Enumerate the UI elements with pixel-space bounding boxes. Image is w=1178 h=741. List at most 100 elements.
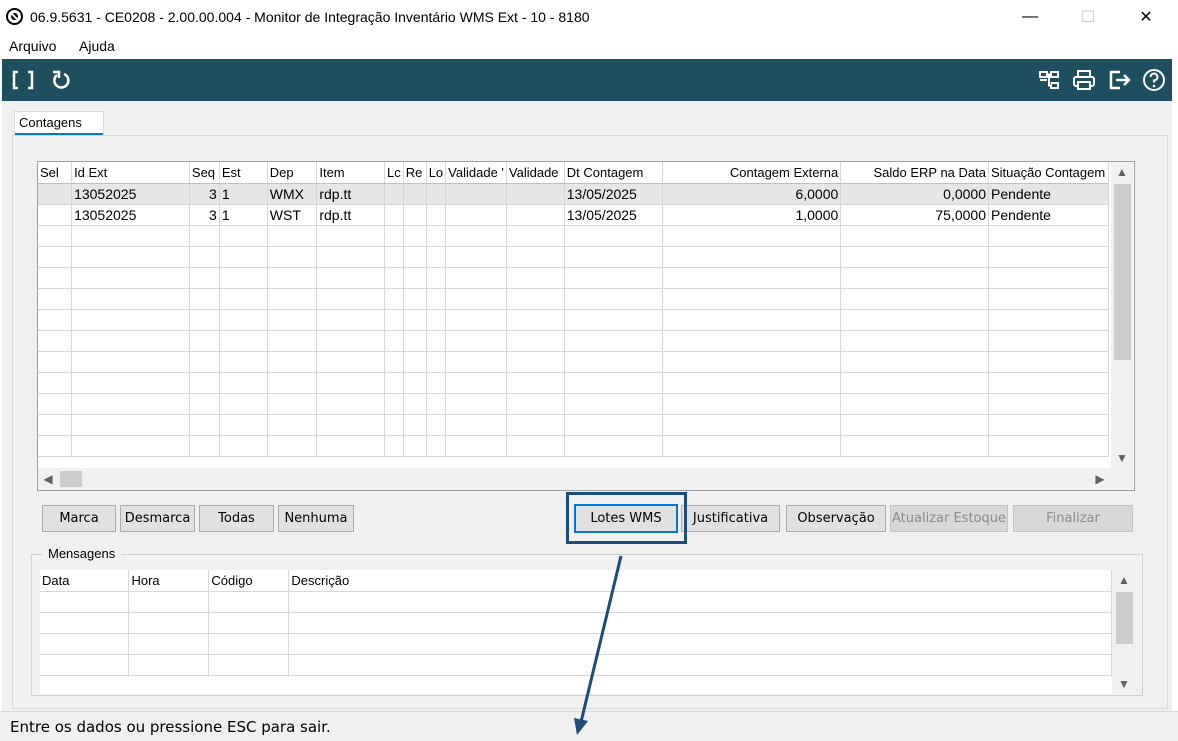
table-cell[interactable] [71, 393, 190, 415]
table-cell[interactable] [445, 267, 507, 289]
table-cell[interactable] [506, 309, 565, 331]
table-row[interactable]: 13052025 3 1 WMX rdp.tt 13/05/2025 6,0000 0,000… [38, 183, 1109, 205]
table-cell[interactable] [426, 267, 447, 289]
table-cell[interactable] [219, 330, 268, 352]
table-cell[interactable] [189, 351, 220, 373]
table-row[interactable] [38, 435, 1109, 457]
table-cell[interactable] [40, 612, 130, 634]
table-cell[interactable] [316, 435, 386, 457]
table-row[interactable] [38, 267, 1109, 289]
scroll-thumb[interactable] [60, 471, 82, 487]
table-cell[interactable] [506, 330, 565, 352]
col-header-dt-contagem[interactable]: Dt Contagem [564, 162, 664, 184]
table-cell[interactable] [403, 351, 427, 373]
table-cell[interactable] [506, 351, 565, 373]
table-cell[interactable]: rdp.tt [316, 204, 386, 226]
table-cell[interactable] [40, 633, 130, 655]
table-cell[interactable] [189, 435, 220, 457]
marca-button[interactable]: Marca [42, 505, 116, 532]
table-cell[interactable] [38, 267, 73, 289]
table-row[interactable]: 13052025 3 1 WST rdp.tt 13/05/2025 1,0000 75,00… [38, 204, 1109, 226]
table-cell[interactable] [988, 288, 1109, 310]
table-cell[interactable]: 1 [219, 183, 268, 205]
table-cell[interactable] [426, 225, 447, 247]
table-cell[interactable] [384, 225, 404, 247]
col-header-validade-1[interactable]: Validade ' [445, 162, 507, 184]
table-cell[interactable] [506, 372, 565, 394]
table-cell[interactable] [189, 225, 220, 247]
table-cell[interactable] [38, 204, 73, 226]
table-cell[interactable] [316, 372, 386, 394]
table-cell[interactable] [189, 330, 220, 352]
table-cell[interactable] [988, 309, 1109, 331]
table-cell[interactable] [384, 351, 404, 373]
table-cell[interactable] [662, 267, 842, 289]
table-cell[interactable] [445, 288, 507, 310]
table-cell[interactable] [38, 225, 73, 247]
table-cell[interactable] [38, 246, 73, 268]
table-cell[interactable] [316, 288, 386, 310]
table-cell[interactable] [403, 246, 427, 268]
table-cell[interactable] [988, 330, 1109, 352]
table-cell[interactable] [38, 330, 73, 352]
table-cell[interactable] [662, 225, 842, 247]
table-cell[interactable] [506, 204, 565, 226]
table-cell[interactable] [564, 330, 664, 352]
scroll-right-icon[interactable]: ▶ [1090, 468, 1110, 490]
table-cell[interactable] [267, 393, 318, 415]
table-cell[interactable] [288, 612, 1112, 634]
table-row[interactable] [38, 309, 1109, 331]
table-cell[interactable] [189, 288, 220, 310]
table-cell[interactable] [267, 267, 318, 289]
table-row[interactable] [38, 372, 1109, 394]
table-cell[interactable] [316, 393, 386, 415]
table-cell[interactable] [316, 351, 386, 373]
menu-arquivo[interactable]: Arquivo [9, 38, 56, 54]
table-cell[interactable]: 0,0000 [840, 183, 989, 205]
col-header-seq[interactable]: Seq [189, 162, 220, 184]
scroll-thumb[interactable] [1116, 592, 1133, 644]
table-cell[interactable]: 3 [189, 204, 220, 226]
table-cell[interactable] [662, 330, 842, 352]
table-cell[interactable] [316, 330, 386, 352]
table-cell[interactable] [564, 267, 664, 289]
refresh-icon[interactable] [46, 65, 76, 95]
col-header-data[interactable]: Data [40, 570, 130, 592]
table-cell[interactable] [403, 393, 427, 415]
table-cell[interactable] [128, 633, 210, 655]
col-header-sel[interactable]: Sel [38, 162, 73, 184]
table-cell[interactable] [71, 372, 190, 394]
table-cell[interactable] [564, 435, 664, 457]
col-header-contagem-externa[interactable]: Contagem Externa [662, 162, 842, 184]
table-cell[interactable] [564, 309, 664, 331]
table-cell[interactable] [288, 591, 1112, 613]
table-cell[interactable] [189, 309, 220, 331]
table-cell[interactable] [506, 267, 565, 289]
table-cell[interactable] [267, 246, 318, 268]
mensagens-vertical-scrollbar[interactable]: ▲ ▼ [1113, 570, 1135, 694]
table-cell[interactable] [988, 414, 1109, 436]
table-cell[interactable] [662, 414, 842, 436]
table-cell[interactable] [564, 414, 664, 436]
table-cell[interactable] [988, 351, 1109, 373]
table-cell[interactable] [445, 435, 507, 457]
table-cell[interactable] [426, 414, 447, 436]
table-cell[interactable] [267, 372, 318, 394]
table-cell[interactable] [403, 330, 427, 352]
table-cell[interactable] [38, 435, 73, 457]
table-cell[interactable]: 6,0000 [662, 183, 842, 205]
table-cell[interactable] [564, 393, 664, 415]
table-cell[interactable] [189, 267, 220, 289]
maximize-button[interactable]: ☐ [1063, 0, 1113, 34]
scroll-left-icon[interactable]: ◀ [38, 468, 58, 490]
table-cell[interactable] [71, 435, 190, 457]
col-header-re[interactable]: Re [403, 162, 427, 184]
table-cell[interactable] [840, 267, 989, 289]
table-cell[interactable] [506, 183, 565, 205]
table-cell[interactable] [662, 309, 842, 331]
table-cell[interactable] [506, 414, 565, 436]
tab-contagens[interactable]: Contagens [14, 111, 104, 136]
col-header-descricao[interactable]: Descrição [288, 570, 1112, 592]
col-header-saldo-erp[interactable]: Saldo ERP na Data [840, 162, 989, 184]
table-cell[interactable] [426, 309, 447, 331]
